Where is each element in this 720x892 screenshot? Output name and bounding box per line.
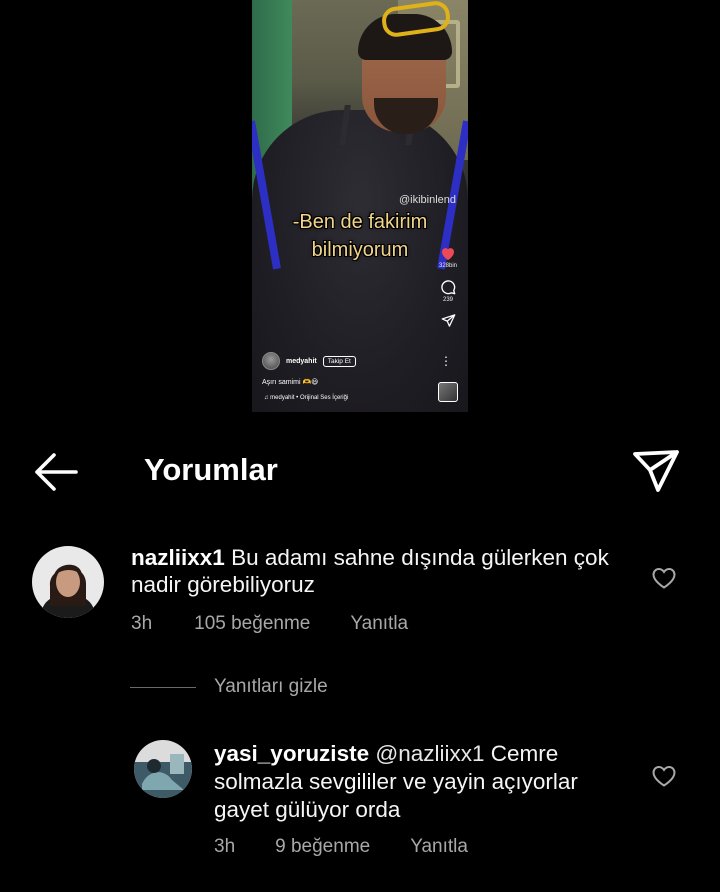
avatar[interactable] [134,740,192,798]
heart-outline-icon [652,765,676,787]
comments-header: Yorumlar [0,440,720,502]
reel-preview[interactable]: @ikibinlend -Ben de fakirim bilmiyorum 3… [252,0,468,412]
user-photo [32,546,104,618]
comment-time: 3h [131,613,153,634]
comment-meta: 3h 105 beğenme Yanıtla [131,613,408,635]
reel-caption: -Ben de fakirim bilmiyorum [280,208,440,264]
comment-time: 3h [214,836,236,857]
reel-caption-line: -Ben de fakirim [292,211,428,233]
comment-likes[interactable]: 105 beğenme [194,613,310,635]
comment-username[interactable]: nazliixx1 [131,545,225,570]
comment-username[interactable]: yasi_yoruziste [214,741,369,766]
heart-filled-icon[interactable] [440,246,456,261]
like-comment-button[interactable] [651,764,677,788]
comment-meta: 3h 9 beğenme Yanıtla [214,836,468,858]
reel-like-count: 328bin [438,263,458,269]
like-comment-button[interactable] [651,566,677,590]
music-note-icon: ♫ [264,395,269,401]
reel-audio-label: medyahit • Orijinal Ses İçeriği [270,395,349,401]
reply-button[interactable]: Yanıtla [350,613,408,635]
arrow-left-icon [35,453,78,491]
comment-text: nazliixx1 Bu adamı sahne dışında gülerke… [131,544,611,598]
reel-comment-count: 239 [442,297,453,303]
reel-audio[interactable]: ♫ medyahit • Orijinal Ses İçeriği [264,395,348,401]
reply-comment: yasi_yoruziste @nazliixx1 Cemre solmazla… [0,738,720,868]
page-title: Yorumlar [144,452,278,487]
hide-replies-label: Yanıtları gizle [214,676,328,697]
reel-watermark: @ikibinlend [398,194,456,206]
reel-author-row: medyahit Takip Et [262,352,356,370]
paper-plane-icon [633,450,679,492]
reel-side-actions: 328bin 239 [436,246,460,328]
comment-icon[interactable] [440,279,456,295]
hide-replies-toggle[interactable]: Yanıtları gizle [130,674,328,700]
comment: nazliixx1 Bu adamı sahne dışında gülerke… [0,540,720,640]
heart-outline-icon [652,567,676,589]
reel-description: Aşırı samimi 🫶😃 [262,379,319,386]
send-icon[interactable] [441,313,456,328]
divider-line [130,686,196,688]
author-name[interactable]: medyahit [286,358,317,365]
back-button[interactable] [30,450,82,494]
reel-caption-line: bilmiyorum [311,239,409,261]
user-photo [134,740,192,798]
mention-link[interactable]: @nazliixx1 [375,741,484,766]
share-button[interactable] [630,446,682,496]
reply-button[interactable]: Yanıtla [410,836,468,858]
follow-button[interactable]: Takip Et [322,355,356,367]
comment-likes[interactable]: 9 beğenme [275,836,370,858]
more-options-icon[interactable]: ⋮ [440,355,452,367]
audio-thumbnail[interactable] [438,382,458,402]
comment-text: yasi_yoruziste @nazliixx1 Cemre solmazla… [214,740,634,824]
avatar[interactable] [32,546,104,618]
author-avatar[interactable] [262,352,280,370]
